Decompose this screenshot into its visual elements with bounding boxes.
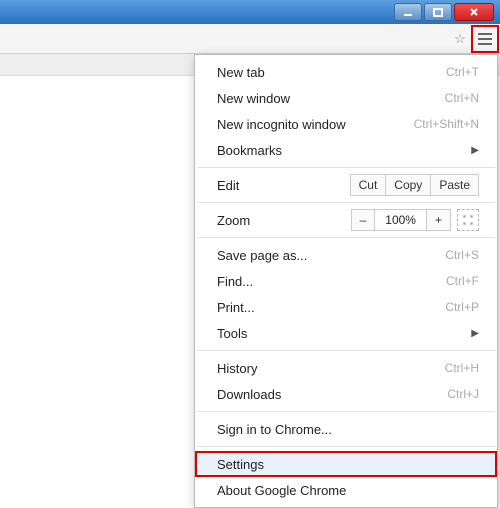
menu-label: Sign in to Chrome... bbox=[217, 422, 332, 437]
minimize-button[interactable] bbox=[394, 3, 422, 21]
chrome-menu: New tab Ctrl+T New window Ctrl+N New inc… bbox=[194, 54, 498, 508]
menu-shortcut: Ctrl+T bbox=[446, 65, 479, 79]
bookmark-star-icon[interactable]: ☆ bbox=[450, 29, 470, 49]
hamburger-icon bbox=[478, 38, 492, 40]
maximize-button[interactable] bbox=[424, 3, 452, 21]
menu-label: Save page as... bbox=[217, 248, 307, 263]
menu-separator bbox=[197, 202, 495, 203]
close-button[interactable] bbox=[454, 3, 494, 21]
menu-shortcut: Ctrl+P bbox=[445, 300, 479, 314]
menu-label: Tools bbox=[217, 326, 247, 341]
menu-shortcut: Ctrl+Shift+N bbox=[414, 117, 479, 131]
menu-shortcut: Ctrl+H bbox=[445, 361, 479, 375]
zoom-value: 100% bbox=[375, 209, 427, 231]
paste-button[interactable]: Paste bbox=[431, 174, 479, 196]
menu-label: About Google Chrome bbox=[217, 483, 346, 498]
menu-shortcut: Ctrl+J bbox=[447, 387, 479, 401]
menu-label: Settings bbox=[217, 457, 264, 472]
fullscreen-button[interactable] bbox=[457, 209, 479, 231]
submenu-arrow-icon: ▶ bbox=[471, 145, 479, 156]
menu-separator bbox=[197, 446, 495, 447]
menu-item-edit: Edit Cut Copy Paste bbox=[195, 172, 497, 198]
menu-item-bookmarks[interactable]: Bookmarks ▶ bbox=[195, 137, 497, 163]
menu-separator bbox=[197, 167, 495, 168]
menu-separator bbox=[197, 237, 495, 238]
menu-item-sign-in[interactable]: Sign in to Chrome... bbox=[195, 416, 497, 442]
menu-label: Bookmarks bbox=[217, 143, 282, 158]
zoom-in-button[interactable]: + bbox=[427, 209, 451, 231]
menu-item-about[interactable]: About Google Chrome bbox=[195, 477, 497, 503]
menu-shortcut: Ctrl+N bbox=[445, 91, 479, 105]
submenu-arrow-icon: ▶ bbox=[471, 328, 479, 339]
menu-item-print[interactable]: Print... Ctrl+P bbox=[195, 294, 497, 320]
menu-label: History bbox=[217, 361, 257, 376]
menu-item-find[interactable]: Find... Ctrl+F bbox=[195, 268, 497, 294]
menu-item-incognito[interactable]: New incognito window Ctrl+Shift+N bbox=[195, 111, 497, 137]
menu-item-tools[interactable]: Tools ▶ bbox=[195, 320, 497, 346]
menu-label: Find... bbox=[217, 274, 253, 289]
menu-label: Downloads bbox=[217, 387, 281, 402]
menu-item-downloads[interactable]: Downloads Ctrl+J bbox=[195, 381, 497, 407]
menu-label: New incognito window bbox=[217, 117, 346, 132]
zoom-out-button[interactable]: – bbox=[351, 209, 376, 231]
chrome-menu-button[interactable] bbox=[474, 28, 496, 50]
menu-separator bbox=[197, 350, 495, 351]
menu-label: Edit bbox=[217, 178, 239, 193]
menu-label: Print... bbox=[217, 300, 255, 315]
menu-label: New window bbox=[217, 91, 290, 106]
menu-item-new-tab[interactable]: New tab Ctrl+T bbox=[195, 59, 497, 85]
browser-toolbar: ☆ bbox=[0, 24, 500, 54]
cut-button[interactable]: Cut bbox=[350, 174, 387, 196]
menu-shortcut: Ctrl+S bbox=[445, 248, 479, 262]
menu-item-settings[interactable]: Settings bbox=[195, 451, 497, 477]
copy-button[interactable]: Copy bbox=[386, 174, 431, 196]
menu-item-zoom: Zoom – 100% + bbox=[195, 207, 497, 233]
menu-item-save-page[interactable]: Save page as... Ctrl+S bbox=[195, 242, 497, 268]
menu-item-new-window[interactable]: New window Ctrl+N bbox=[195, 85, 497, 111]
menu-item-history[interactable]: History Ctrl+H bbox=[195, 355, 497, 381]
menu-separator bbox=[197, 411, 495, 412]
window-titlebar bbox=[0, 0, 500, 24]
menu-label: New tab bbox=[217, 65, 265, 80]
menu-shortcut: Ctrl+F bbox=[446, 274, 479, 288]
menu-label: Zoom bbox=[217, 213, 250, 228]
